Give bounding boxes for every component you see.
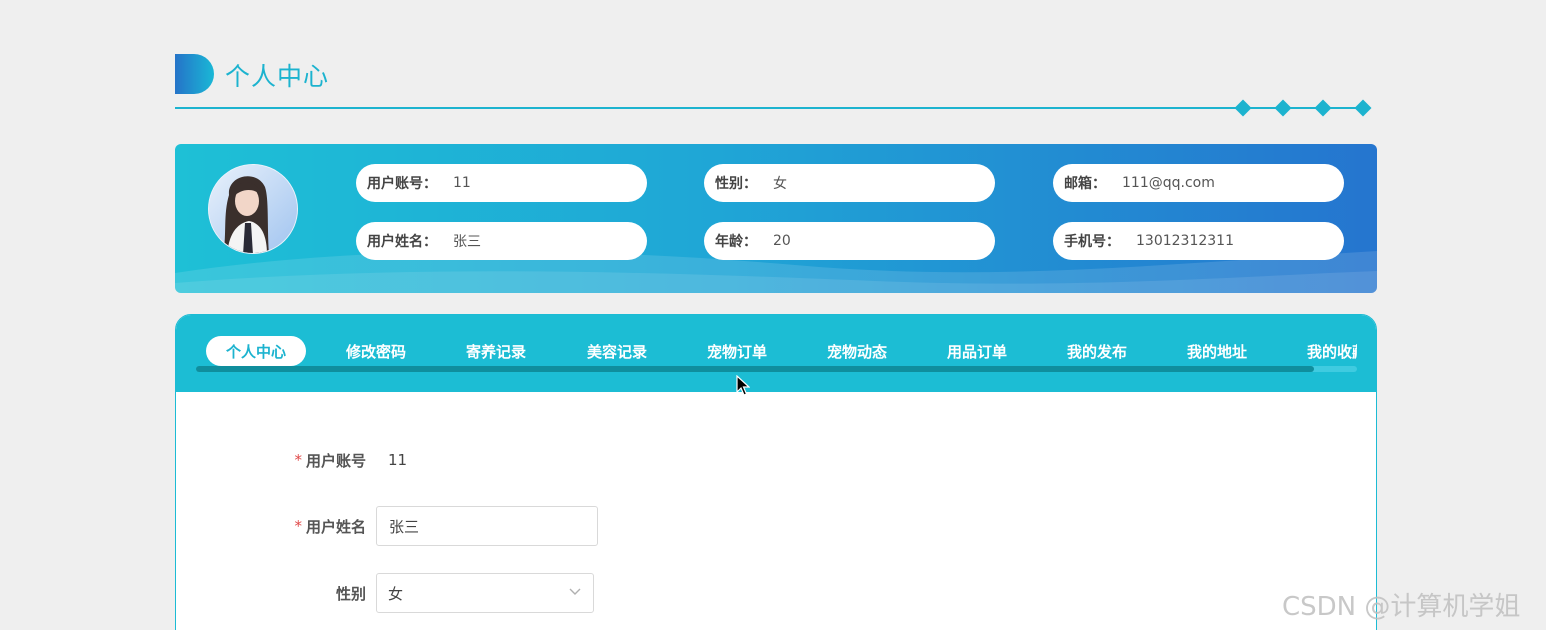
field-value: 20 xyxy=(773,233,791,249)
gender-label-text: 性别 xyxy=(335,584,366,603)
account-label: * 用户账号 xyxy=(294,440,366,480)
form-row-name: * 用户姓名 xyxy=(176,506,876,546)
gender-select-value: 女 xyxy=(388,584,404,603)
tab-grooming-records[interactable]: 美容记录 xyxy=(567,336,667,366)
diamond-ornament xyxy=(1234,99,1252,117)
gender-select[interactable]: 女 xyxy=(376,573,594,613)
field-value: 111@qq.com xyxy=(1122,175,1215,191)
title-divider xyxy=(175,107,1365,109)
avatar-image xyxy=(209,165,297,253)
required-mark: * xyxy=(294,517,302,535)
field-value: 张三 xyxy=(453,234,481,250)
watermark: CSDN @计算机学姐 xyxy=(1282,592,1521,622)
form-row-gender: 性别 女 xyxy=(176,573,876,613)
account-label-text: 用户账号 xyxy=(305,451,366,470)
tab-my-address[interactable]: 我的地址 xyxy=(1167,336,1267,366)
title-marker xyxy=(175,54,214,94)
profile-account: 用户账号： 11 xyxy=(356,164,647,202)
tabs-scroll-area[interactable]: 个人中心 修改密码 寄养记录 美容记录 宠物订单 宠物动态 用品订单 我的发布 … xyxy=(196,315,1357,392)
tab-boarding-records[interactable]: 寄养记录 xyxy=(446,336,546,366)
field-value: 13012312311 xyxy=(1136,233,1234,249)
profile-gender: 性别： 女 xyxy=(704,164,995,202)
section-header: 个人中心 xyxy=(175,54,1372,117)
field-label: 用户姓名： xyxy=(367,234,437,250)
diamond-ornament xyxy=(1274,99,1292,117)
tab-my-favorites[interactable]: 我的收藏 xyxy=(1287,336,1357,366)
mouse-cursor-icon xyxy=(736,375,750,396)
tabs-scrollbar[interactable] xyxy=(196,366,1357,372)
gender-label: 性别 xyxy=(336,573,366,613)
field-label: 年龄： xyxy=(715,234,757,250)
tab-my-posts[interactable]: 我的发布 xyxy=(1047,336,1147,366)
tabs-scrollbar-thumb[interactable] xyxy=(196,366,1314,372)
tab-pet-posts[interactable]: 宠物动态 xyxy=(807,336,907,366)
field-value: 11 xyxy=(453,175,471,191)
field-label: 性别： xyxy=(715,176,757,192)
diamond-ornament xyxy=(1354,99,1372,117)
name-input[interactable] xyxy=(376,506,598,546)
profile-email: 邮箱： 111@qq.com xyxy=(1053,164,1344,202)
required-mark: * xyxy=(294,451,302,469)
avatar xyxy=(208,164,298,254)
field-label: 用户账号： xyxy=(367,176,437,192)
tab-pet-orders[interactable]: 宠物订单 xyxy=(687,336,787,366)
name-label-text: 用户姓名 xyxy=(305,517,366,536)
tab-change-password[interactable]: 修改密码 xyxy=(326,336,426,366)
field-label: 手机号： xyxy=(1064,234,1120,250)
profile-age: 年龄： 20 xyxy=(704,222,995,260)
chevron-down-icon xyxy=(569,588,581,595)
field-label: 邮箱： xyxy=(1064,176,1106,192)
profile-banner: 用户账号： 11 性别： 女 邮箱： 111@qq.com 用户姓名： 张三 年… xyxy=(175,144,1377,293)
tab-bar: 个人中心 修改密码 寄养记录 美容记录 宠物订单 宠物动态 用品订单 我的发布 … xyxy=(176,315,1376,392)
tab-supply-orders[interactable]: 用品订单 xyxy=(927,336,1027,366)
profile-phone: 手机号： 13012312311 xyxy=(1053,222,1344,260)
page-title: 个人中心 xyxy=(225,62,330,91)
name-label: * 用户姓名 xyxy=(294,506,366,546)
form-row-account: * 用户账号 11 xyxy=(176,440,876,480)
diamond-ornament xyxy=(1314,99,1332,117)
content-card: 个人中心 修改密码 寄养记录 美容记录 宠物订单 宠物动态 用品订单 我的发布 … xyxy=(175,314,1377,630)
field-value: 女 xyxy=(773,176,787,192)
tab-profile[interactable]: 个人中心 xyxy=(206,336,306,366)
account-value: 11 xyxy=(388,451,408,469)
profile-name: 用户姓名： 张三 xyxy=(356,222,647,260)
